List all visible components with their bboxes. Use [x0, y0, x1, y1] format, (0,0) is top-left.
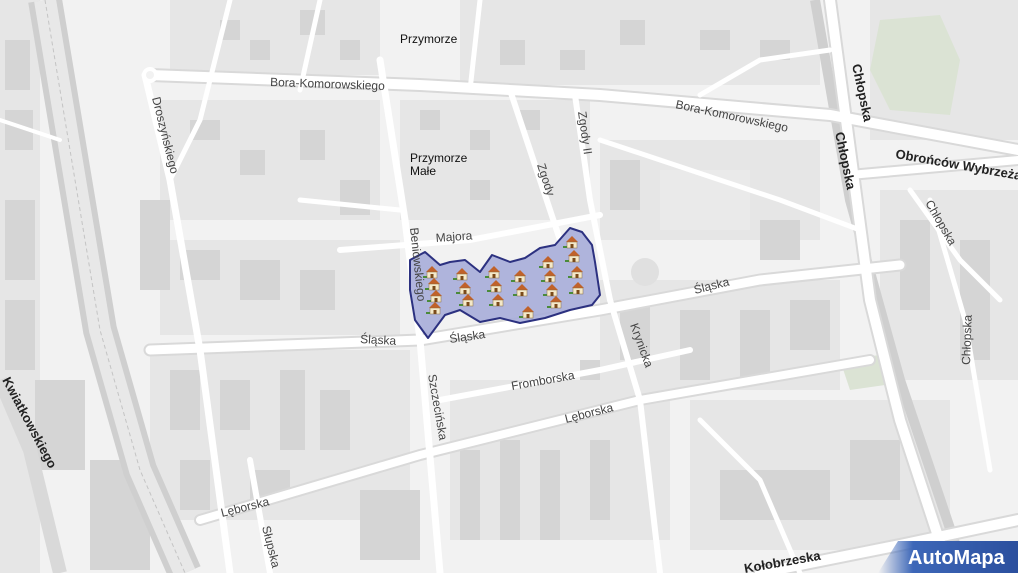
street-label-chlopska-far: Chłopska — [959, 314, 975, 365]
roundabout — [142, 67, 158, 83]
place-label-przymorze-male-2: Małe — [410, 164, 436, 178]
street-label-slaska-1: Śląska — [360, 331, 397, 348]
map-view[interactable]: Przymorze Przymorze Małe Bora-Komorowski… — [0, 0, 1018, 573]
street-label-majora: Majora — [435, 228, 473, 245]
place-label-przymorze: Przymorze — [400, 32, 458, 46]
automapa-logo: AutoMapa — [878, 541, 1018, 573]
map-canvas[interactable]: Przymorze Przymorze Małe Bora-Komorowski… — [0, 0, 1018, 573]
place-label-przymorze-male: Przymorze — [410, 151, 468, 165]
brand-name: AutoMapa — [908, 547, 1006, 569]
round-building — [631, 258, 659, 286]
